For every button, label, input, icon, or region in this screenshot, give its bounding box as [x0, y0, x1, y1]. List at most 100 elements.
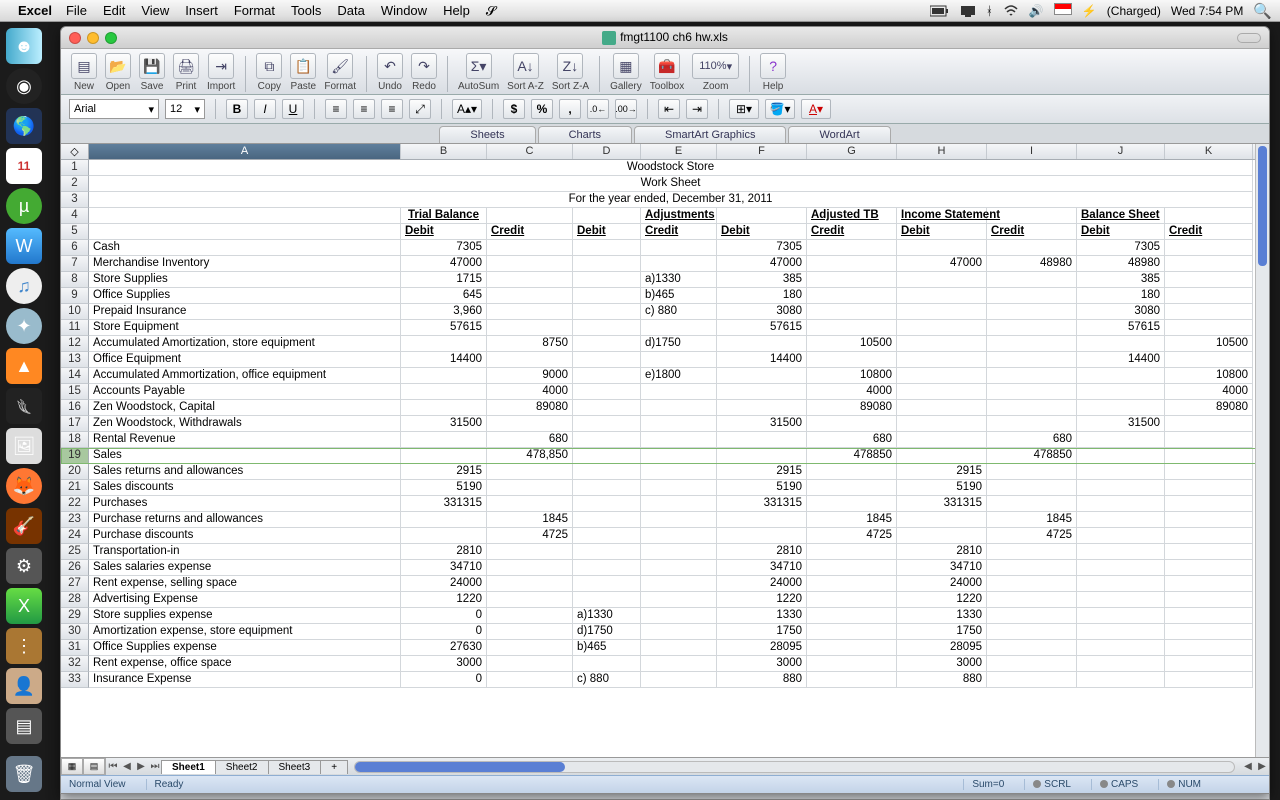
cell[interactable]: 1220	[897, 592, 987, 608]
cell[interactable]	[1165, 416, 1253, 432]
cell[interactable]	[487, 560, 573, 576]
underline-button[interactable]: U	[282, 99, 304, 119]
save-button[interactable]: 💾	[139, 53, 165, 79]
row-header[interactable]: 3	[61, 192, 89, 208]
zoom-combo[interactable]: 110% ▾	[692, 53, 739, 79]
cell[interactable]: 3000	[897, 656, 987, 672]
cell[interactable]	[1077, 560, 1165, 576]
cell[interactable]	[573, 336, 641, 352]
cell[interactable]	[897, 384, 987, 400]
cell[interactable]	[1077, 384, 1165, 400]
dock-excel-icon[interactable]: X	[6, 588, 42, 624]
cell[interactable]	[487, 464, 573, 480]
cell[interactable]	[717, 448, 807, 464]
cell[interactable]: 27630	[401, 640, 487, 656]
row-header[interactable]: 10	[61, 304, 89, 320]
cell[interactable]: Store Supplies	[89, 272, 401, 288]
cell[interactable]	[897, 352, 987, 368]
cell[interactable]: Balance Sheet	[1077, 208, 1165, 224]
cell[interactable]: 31500	[401, 416, 487, 432]
cell[interactable]: 478,850	[487, 448, 573, 464]
borders-button[interactable]: ⊞▾	[729, 99, 759, 119]
titlebar[interactable]: fmgt1100 ch6 hw.xls	[61, 27, 1269, 49]
cell[interactable]	[1165, 496, 1253, 512]
cell[interactable]	[807, 320, 897, 336]
row-header[interactable]: 1	[61, 160, 89, 176]
cell[interactable]	[401, 432, 487, 448]
tab-sheets[interactable]: Sheets	[439, 126, 535, 143]
zoom-button[interactable]	[105, 32, 117, 44]
font-grow-button[interactable]: A▴▾	[452, 99, 482, 119]
cell[interactable]	[573, 288, 641, 304]
cell[interactable]	[641, 624, 717, 640]
row-header[interactable]: 23	[61, 512, 89, 528]
toolbox-button[interactable]: 🧰	[654, 53, 680, 79]
cell[interactable]	[807, 416, 897, 432]
cell[interactable]: 180	[717, 288, 807, 304]
cell[interactable]: 0	[401, 608, 487, 624]
sort-za-button[interactable]: Z↓	[557, 53, 583, 79]
cell[interactable]: c) 880	[573, 672, 641, 688]
dock-garageband-icon[interactable]: 🎸	[6, 508, 42, 544]
cell[interactable]	[641, 384, 717, 400]
cell[interactable]	[987, 576, 1077, 592]
row-header[interactable]: 33	[61, 672, 89, 688]
wifi-icon[interactable]	[1003, 4, 1019, 18]
cell[interactable]	[1165, 576, 1253, 592]
cell[interactable]	[807, 464, 897, 480]
cell[interactable]	[641, 560, 717, 576]
cell[interactable]	[807, 288, 897, 304]
cell[interactable]	[487, 256, 573, 272]
cell[interactable]	[641, 592, 717, 608]
cell[interactable]	[987, 640, 1077, 656]
cell[interactable]	[807, 640, 897, 656]
cell[interactable]	[897, 512, 987, 528]
cell[interactable]	[1165, 560, 1253, 576]
cell[interactable]	[641, 480, 717, 496]
cell[interactable]: 2915	[401, 464, 487, 480]
cell[interactable]: Work Sheet	[89, 176, 1253, 192]
cell[interactable]: Purchase returns and allowances	[89, 512, 401, 528]
cell[interactable]	[717, 336, 807, 352]
cell[interactable]	[487, 208, 573, 224]
cell[interactable]: e)1800	[641, 368, 717, 384]
row-header[interactable]: 28	[61, 592, 89, 608]
cell[interactable]	[1165, 432, 1253, 448]
cell[interactable]	[573, 256, 641, 272]
cell[interactable]	[717, 208, 807, 224]
tab-wordart[interactable]: WordArt	[788, 126, 890, 143]
cell[interactable]	[487, 656, 573, 672]
row-header[interactable]: 17	[61, 416, 89, 432]
align-center-button[interactable]: ≡	[353, 99, 375, 119]
dock-photo-icon[interactable]: 👤	[6, 668, 42, 704]
cell[interactable]	[487, 576, 573, 592]
status-sum[interactable]: Sum=0	[963, 779, 1004, 790]
cell[interactable]	[807, 608, 897, 624]
cell[interactable]: Store Equipment	[89, 320, 401, 336]
dock-calendar-icon[interactable]: 11	[6, 148, 42, 184]
cell[interactable]	[1077, 624, 1165, 640]
cell[interactable]	[987, 384, 1077, 400]
cell[interactable]: 57615	[401, 320, 487, 336]
cell[interactable]: 1220	[717, 592, 807, 608]
cell[interactable]	[897, 304, 987, 320]
bluetooth-icon[interactable]: ᚼ	[986, 4, 993, 18]
cell[interactable]	[573, 320, 641, 336]
cell[interactable]: 880	[897, 672, 987, 688]
flag-icon[interactable]	[1054, 3, 1072, 18]
row-header[interactable]: 12	[61, 336, 89, 352]
cell[interactable]: Trial Balance	[401, 208, 487, 224]
cell[interactable]	[487, 240, 573, 256]
cell[interactable]	[641, 576, 717, 592]
col-header-k[interactable]: K	[1165, 144, 1253, 159]
cell[interactable]	[573, 304, 641, 320]
inc-decimal-button[interactable]: .0←	[587, 99, 609, 119]
dock-safari-icon[interactable]: ✦	[6, 308, 42, 344]
cell[interactable]: Advertising Expense	[89, 592, 401, 608]
cell[interactable]: 48980	[987, 256, 1077, 272]
cell[interactable]: Sales salaries expense	[89, 560, 401, 576]
cell[interactable]	[987, 480, 1077, 496]
cell[interactable]	[573, 272, 641, 288]
copy-button[interactable]: ⧉	[256, 53, 282, 79]
cell[interactable]	[487, 352, 573, 368]
